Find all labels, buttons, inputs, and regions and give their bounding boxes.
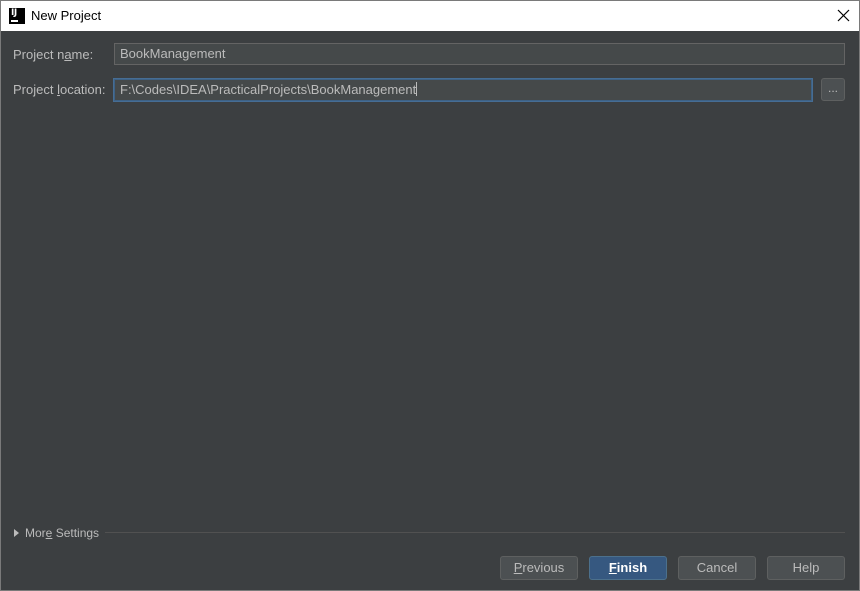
cancel-button[interactable]: Cancel — [678, 556, 756, 580]
text-caret — [416, 82, 418, 96]
close-icon — [837, 9, 850, 22]
more-settings-label: More Settings — [25, 526, 100, 540]
project-location-input[interactable]: F:\Codes\IDEA\PracticalProjects\BookMana… — [114, 79, 812, 101]
finish-button[interactable]: Finish — [589, 556, 667, 580]
project-name-input[interactable]: BookManagement — [114, 43, 845, 65]
project-location-value: F:\Codes\IDEA\PracticalProjects\BookMana… — [120, 82, 417, 97]
intellij-idea-icon: IJ — [9, 8, 25, 24]
project-name-value: BookManagement — [120, 46, 226, 61]
new-project-dialog: IJ New Project Project name: BookManagem… — [0, 0, 860, 591]
help-button[interactable]: Help — [767, 556, 845, 580]
browse-location-button[interactable]: ... — [821, 78, 845, 101]
close-button[interactable] — [829, 1, 859, 31]
window-title: New Project — [31, 8, 102, 23]
project-name-label: Project name: — [13, 47, 94, 62]
previous-button[interactable]: Previous — [500, 556, 578, 580]
title-bar[interactable]: IJ New Project — [1, 1, 859, 31]
more-settings-divider — [105, 532, 845, 533]
project-location-label: Project location: — [13, 82, 106, 97]
triangle-right-icon — [14, 529, 19, 537]
